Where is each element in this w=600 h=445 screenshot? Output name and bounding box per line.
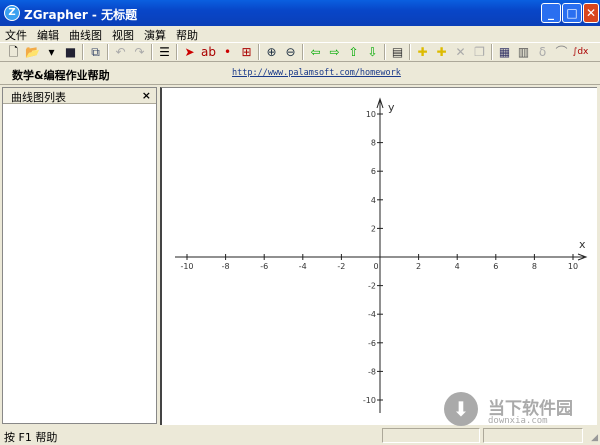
arrow-down-icon[interactable]: ⇩ — [363, 43, 382, 61]
menu-view[interactable]: 视图 — [107, 26, 139, 42]
toolbar-separator — [258, 44, 260, 60]
graph-list-panel: 曲线图列表 × — [2, 87, 157, 424]
toolbar-separator — [384, 44, 386, 60]
menu-bar: 文件 编辑 曲线图 视图 演算 帮助 — [0, 26, 600, 42]
x-tick-label: -10 — [180, 262, 193, 271]
status-bar: 按 F1 帮助 ◢ — [0, 426, 600, 444]
panel-header: 曲线图列表 × — [3, 88, 156, 104]
list-icon[interactable]: ☰ — [155, 43, 174, 61]
y-tick-label: 4 — [371, 196, 376, 205]
close-button[interactable]: ✕ — [583, 3, 599, 23]
x-tick-label: 2 — [416, 262, 421, 271]
panel-close-icon[interactable]: × — [142, 89, 151, 102]
redo-icon[interactable]: ↷ — [130, 43, 149, 61]
y-axis-label: y — [388, 101, 395, 114]
menu-calculus[interactable]: 演算 — [139, 26, 171, 42]
y-tick-label: -10 — [363, 396, 376, 405]
help-title: 数学&编程作业帮助 — [12, 69, 110, 82]
text-label-icon[interactable]: ab — [199, 43, 218, 61]
arrow-left-icon[interactable]: ⇦ — [306, 43, 325, 61]
title-bar: Z ZGrapher - 无标题 _ □ ✕ — [0, 0, 600, 26]
open-icon[interactable]: 📂 — [23, 43, 42, 61]
y-tick-label: -2 — [368, 282, 376, 291]
tangent-icon[interactable]: ⌒ — [552, 43, 571, 61]
y-tick-label: -4 — [368, 310, 376, 319]
window-title: ZGrapher - 无标题 — [24, 8, 138, 22]
menu-help[interactable]: 帮助 — [171, 26, 203, 42]
dropdown-icon[interactable]: ▾ — [42, 43, 61, 61]
graph-canvas[interactable]: x y -10 -8 -6 -4 -2 0 2 4 6 8 10 10 8 6 4 2 -2 -4 -6 -8 -10 — [160, 87, 597, 425]
y-tick-label: -6 — [368, 339, 376, 348]
toolbar-separator — [107, 44, 109, 60]
zoom-out-icon[interactable]: ⊖ — [281, 43, 300, 61]
x-tick-label: 8 — [532, 262, 537, 271]
help-bar: 数学&编程作业帮助 http://www.palamsoft.com/homew… — [0, 63, 600, 85]
toolbar-separator — [151, 44, 153, 60]
delete-icon[interactable]: ✕ — [451, 43, 470, 61]
toolbar: 🗋 📂 ▾ ■ ⧉ ↶ ↷ ☰ ➤ ab • ⊞ ⊕ ⊖ ⇦ ⇨ ⇧ ⇩ ▤ ✚ ✚ ✕ ❐ ▦ ▥ ẟ ⌒ ∫dx — [0, 42, 600, 62]
y-tick-label: 8 — [371, 139, 376, 148]
homework-link[interactable]: http://www.palamsoft.com/homework — [232, 68, 401, 78]
integral-icon[interactable]: ∫dx — [571, 43, 590, 61]
x-tick-label: 0 — [373, 262, 378, 271]
toolbar-separator — [82, 44, 84, 60]
toolbar-separator — [409, 44, 411, 60]
point-icon[interactable]: • — [218, 43, 237, 61]
arrow-right-icon[interactable]: ⇨ — [325, 43, 344, 61]
x-tick-label: 6 — [493, 262, 498, 271]
copy-icon[interactable]: ⧉ — [86, 43, 105, 61]
maximize-button[interactable]: □ — [562, 3, 582, 23]
undo-icon[interactable]: ↶ — [111, 43, 130, 61]
x-tick-label: 4 — [455, 262, 460, 271]
calculator-icon[interactable]: ▥ — [514, 43, 533, 61]
x-tick-label: -4 — [299, 262, 307, 271]
zoom-box-icon[interactable]: ⊞ — [237, 43, 256, 61]
y-tick-label: 6 — [371, 167, 376, 176]
duplicate-icon[interactable]: ❐ — [470, 43, 489, 61]
watermark-domain: downxia.com — [488, 416, 548, 426]
minimize-button[interactable]: _ — [541, 3, 561, 23]
derivative-icon[interactable]: ẟ — [533, 43, 552, 61]
toolbar-separator — [302, 44, 304, 60]
arrow-up-icon[interactable]: ⇧ — [344, 43, 363, 61]
pointer-icon[interactable]: ➤ — [180, 43, 199, 61]
panel-title: 曲线图列表 — [11, 91, 66, 104]
status-cell — [483, 428, 583, 443]
download-icon: ⬇ — [444, 392, 478, 426]
add-graph-icon[interactable]: ✚ — [413, 43, 432, 61]
save-icon[interactable]: ■ — [61, 43, 80, 61]
plot-svg: x y -10 -8 -6 -4 -2 0 2 4 6 8 10 10 8 6 4 2 -2 -4 -6 -8 -10 — [175, 97, 588, 413]
status-cell — [382, 428, 480, 443]
toolbar-separator — [176, 44, 178, 60]
add-table-graph-icon[interactable]: ✚ — [432, 43, 451, 61]
properties-icon[interactable]: ▤ — [388, 43, 407, 61]
zoom-in-icon[interactable]: ⊕ — [262, 43, 281, 61]
x-tick-label: -2 — [337, 262, 345, 271]
y-tick-label: -8 — [368, 367, 376, 376]
toolbar-separator — [491, 44, 493, 60]
menu-graph[interactable]: 曲线图 — [64, 26, 107, 42]
x-tick-label: -6 — [260, 262, 268, 271]
x-tick-label: -8 — [222, 262, 230, 271]
new-icon[interactable]: 🗋 — [4, 43, 23, 61]
x-tick-label: 10 — [568, 262, 578, 271]
menu-edit[interactable]: 编辑 — [32, 26, 64, 42]
app-logo-icon: Z — [4, 5, 20, 21]
status-text: 按 F1 帮助 — [4, 431, 58, 444]
y-tick-label: 2 — [371, 224, 376, 233]
resize-grip-icon[interactable]: ◢ — [591, 433, 598, 443]
table-icon[interactable]: ▦ — [495, 43, 514, 61]
menu-file[interactable]: 文件 — [0, 26, 32, 42]
y-tick-label: 10 — [366, 110, 376, 119]
x-axis-label: x — [579, 238, 586, 251]
